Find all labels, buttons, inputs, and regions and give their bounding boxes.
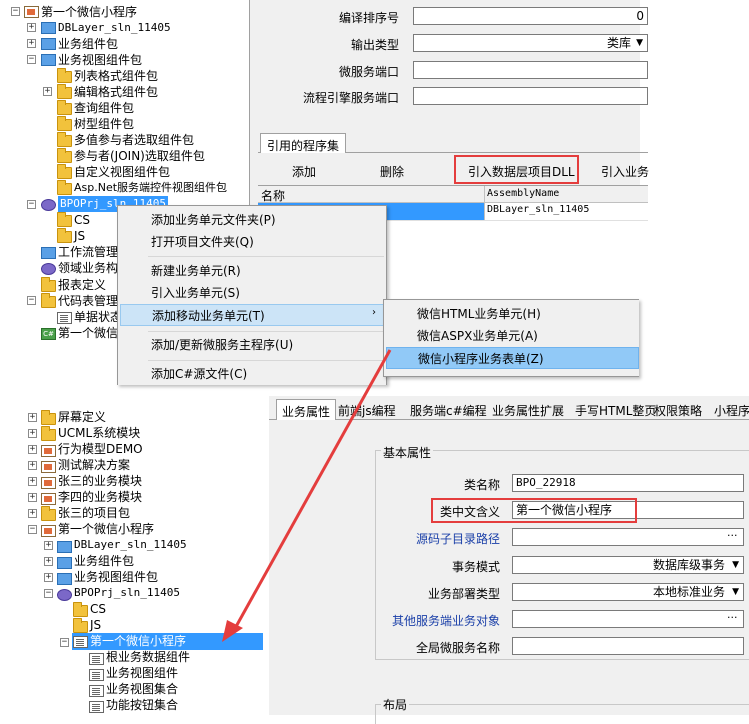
- red-arrow-icon: [222, 349, 392, 642]
